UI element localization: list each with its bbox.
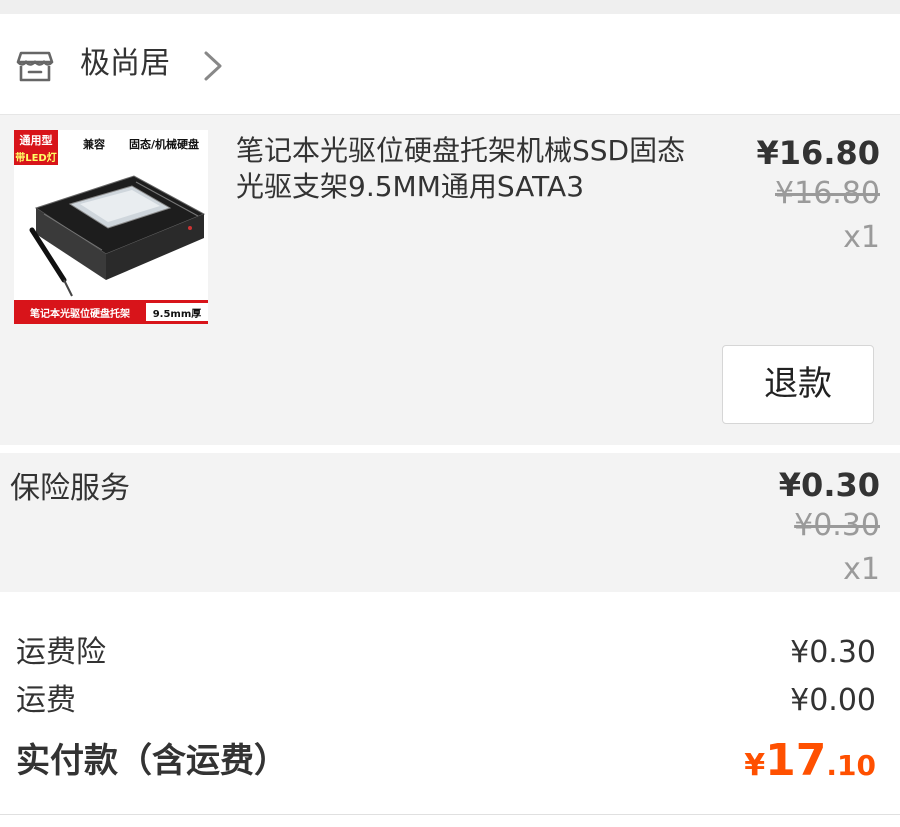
insurance-price-column: ¥0.30 ¥0.30 x1 <box>779 465 880 593</box>
product-price-column: ¥16.80 ¥16.80 x1 <box>757 133 880 261</box>
shipping-fee-value: ¥0.00 <box>790 683 876 718</box>
total-currency: ¥ <box>744 748 766 783</box>
total-row: 实付款（含运费） ¥17.10 <box>16 732 876 790</box>
product-thumbnail[interactable]: 通用型 带LED灯 兼容 固态/机械硬盘 笔记本光驱位硬盘托架 9.5mm厚 <box>14 130 208 324</box>
caption-right: 9.5mm厚 <box>153 308 202 320</box>
product-quantity: x1 <box>843 220 880 255</box>
insurance-price: ¥0.30 <box>778 466 880 504</box>
insurance-quantity: x1 <box>843 552 880 587</box>
refund-button[interactable]: 退款 <box>722 345 874 424</box>
shipping-fee-label: 运费 <box>16 683 76 718</box>
shipping-insurance-label: 运费险 <box>16 635 106 670</box>
product-item[interactable]: 通用型 带LED灯 兼容 固态/机械硬盘 笔记本光驱位硬盘托架 9.5mm厚 笔 <box>0 115 900 445</box>
order-summary: 运费险 ¥0.30 运费 ¥0.00 实付款（含运费） ¥17.10 <box>0 592 900 814</box>
total-label: 实付款（含运费） <box>16 741 288 781</box>
product-price: ¥16.80 <box>756 134 880 172</box>
total-integer: 17 <box>765 735 827 786</box>
insurance-label: 保险服务 <box>10 471 130 506</box>
product-image: 通用型 带LED灯 兼容 固态/机械硬盘 笔记本光驱位硬盘托架 9.5mm厚 <box>14 130 208 324</box>
total-amount: ¥17.10 <box>744 732 876 799</box>
insurance-original-price: ¥0.30 <box>794 508 880 543</box>
shipping-fee-row: 运费 ¥0.00 <box>16 678 876 724</box>
store-icon <box>16 51 54 82</box>
tag-types: 固态/机械硬盘 <box>129 137 199 151</box>
tag-compat: 兼容 <box>83 137 105 151</box>
top-strip <box>0 0 900 14</box>
insurance-item[interactable]: 保险服务 ¥0.30 ¥0.30 x1 <box>0 453 900 592</box>
total-decimal: .10 <box>826 749 876 782</box>
caption-left: 笔记本光驱位硬盘托架 <box>30 307 130 320</box>
shop-name[interactable]: 极尚居 <box>80 44 170 84</box>
shop-header[interactable]: 极尚居 <box>0 14 900 115</box>
badge-line2: 带LED灯 <box>15 151 57 164</box>
bottom-divider <box>0 814 900 827</box>
section-divider <box>0 445 900 453</box>
product-title[interactable]: 笔记本光驱位硬盘托架机械SSD固态光驱支架9.5MM通用SATA3 <box>236 133 696 205</box>
shipping-insurance-value: ¥0.30 <box>790 635 876 670</box>
badge-line1: 通用型 <box>20 133 53 147</box>
product-original-price: ¥16.80 <box>775 176 880 211</box>
shipping-insurance-row: 运费险 ¥0.30 <box>16 630 876 676</box>
chevron-right-icon[interactable] <box>202 50 224 82</box>
